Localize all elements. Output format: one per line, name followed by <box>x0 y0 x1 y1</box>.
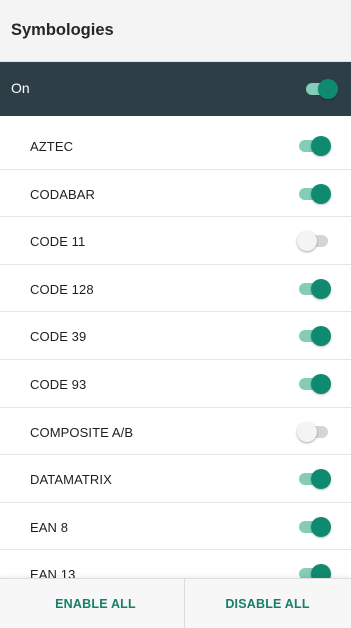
symbology-label: CODE 11 <box>30 234 86 250</box>
disable-all-button[interactable]: DISABLE ALL <box>180 579 351 628</box>
symbology-label: CODE 128 <box>30 281 94 297</box>
symbology-row[interactable]: COMPOSITE A/B <box>0 408 351 456</box>
toggle-thumb <box>311 516 331 537</box>
symbology-label: COMPOSITE A/B <box>30 424 134 440</box>
symbology-row[interactable]: CODABAR <box>0 170 351 218</box>
symbology-label: CODABAR <box>30 186 95 202</box>
symbology-row[interactable]: DATAMATRIX <box>0 455 351 503</box>
master-switch-label: On <box>11 80 30 96</box>
toggle-thumb <box>311 469 331 490</box>
symbology-toggle-switch[interactable] <box>297 136 331 156</box>
toggle-thumb <box>297 231 317 252</box>
toggle-thumb <box>311 564 331 578</box>
toggle-thumb <box>311 136 331 156</box>
symbology-toggle-switch[interactable] <box>297 278 331 299</box>
toggle-thumb <box>311 373 331 394</box>
symbology-row[interactable]: CODE 11 <box>0 217 351 265</box>
symbology-row[interactable]: AZTEC <box>0 122 351 170</box>
symbology-row[interactable]: CODE 128 <box>0 265 351 313</box>
toggle-thumb <box>297 421 317 442</box>
symbology-label: EAN 8 <box>30 519 69 535</box>
symbology-toggle-switch[interactable] <box>297 326 331 347</box>
symbology-label: DATAMATRIX <box>30 472 112 488</box>
symbology-row[interactable]: CODE 93 <box>0 360 351 408</box>
toggle-thumb <box>311 326 331 347</box>
symbology-toggle-switch[interactable] <box>297 516 331 537</box>
page-title: Symbologies <box>11 21 114 39</box>
symbology-toggle-switch[interactable] <box>297 421 331 442</box>
symbology-toggle-switch[interactable] <box>297 231 331 252</box>
toggle-thumb <box>318 79 338 99</box>
toggle-thumb <box>311 183 331 204</box>
master-switch-bar[interactable]: On <box>0 62 351 116</box>
symbology-label: CODE 93 <box>30 376 87 392</box>
symbologies-screen: Symbologies On AZTEC CODABAR CODE 11 CODE 1… <box>0 0 351 628</box>
app-header: Symbologies <box>0 0 351 62</box>
symbology-toggle-switch[interactable] <box>297 469 331 490</box>
toggle-thumb <box>311 278 331 299</box>
symbology-row[interactable]: EAN 13 <box>0 550 351 578</box>
symbology-row[interactable]: CODE 39 <box>0 312 351 360</box>
symbology-toggle-switch[interactable] <box>297 183 331 204</box>
symbology-list[interactable]: AZTEC CODABAR CODE 11 CODE 128 CODE 39 CODE 9… <box>0 122 351 578</box>
symbology-toggle-switch[interactable] <box>297 564 331 578</box>
enable-all-button[interactable]: ENABLE ALL <box>8 579 183 628</box>
symbology-toggle-switch[interactable] <box>297 373 331 394</box>
master-toggle-switch[interactable] <box>304 79 338 99</box>
symbology-label: EAN 13 <box>30 567 76 578</box>
symbology-label: CODE 39 <box>30 329 87 345</box>
footer-action-bar: ENABLE ALL DISABLE ALL <box>0 578 351 628</box>
symbology-row[interactable]: EAN 8 <box>0 503 351 551</box>
symbology-label: AZTEC <box>30 139 74 154</box>
